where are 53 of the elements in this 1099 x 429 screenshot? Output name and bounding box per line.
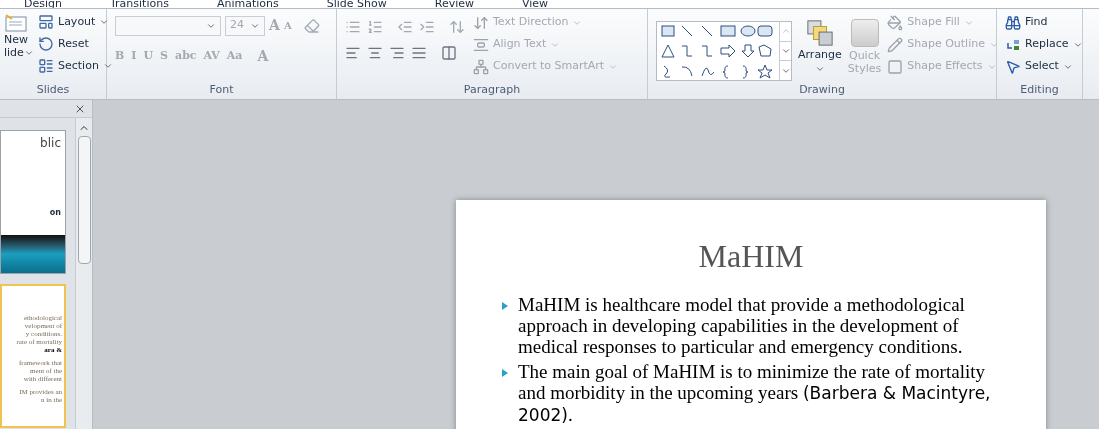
eraser-icon[interactable] <box>303 17 320 34</box>
align-right-icon[interactable] <box>389 45 405 61</box>
line-spacing-icon[interactable] <box>449 19 465 35</box>
justify-icon[interactable] <box>411 45 427 61</box>
group-label: Paragraph <box>462 83 522 97</box>
pencil-icon <box>887 36 904 53</box>
smartart-icon <box>473 58 489 75</box>
new-slide-button[interactable]: New lide <box>4 13 34 83</box>
editing-command[interactable]: Select <box>1005 57 1083 76</box>
binoculars-icon <box>1005 14 1021 31</box>
thumbnail-text: on <box>49 207 62 219</box>
align-text-icon <box>473 36 489 53</box>
pointer-icon <box>1005 58 1021 75</box>
thumbnail-text: blic <box>40 135 62 152</box>
decrease-indent-icon[interactable] <box>397 19 413 35</box>
slides-command[interactable]: Reset <box>38 35 113 53</box>
bullets-icon[interactable] <box>345 19 361 35</box>
increase-indent-icon[interactable] <box>419 19 435 35</box>
arrange-icon <box>805 19 834 47</box>
editing-command[interactable]: Replace <box>1005 35 1083 54</box>
slides-command[interactable]: Section <box>38 57 113 75</box>
caret-icon <box>99 17 110 27</box>
arrange-button[interactable]: Arrange <box>798 13 842 83</box>
columns-icon[interactable] <box>441 45 457 61</box>
slide-title: MaHIM <box>698 237 804 276</box>
bullet-icon <box>502 302 508 310</box>
numbering-icon[interactable] <box>367 19 383 35</box>
group-label: Font <box>208 83 235 97</box>
bullet-text: MaHIM is healthcare model that provide a methodological approach in developing capabilities in the development of medical responses to particular and emergency conditions. <box>518 294 966 357</box>
slides-command[interactable]: Layout <box>38 13 113 31</box>
text-direction-icon <box>473 14 489 31</box>
layout-icon <box>38 14 54 30</box>
quick-styles-icon <box>850 19 879 47</box>
down-icon <box>780 46 791 56</box>
paint-bucket-icon <box>887 14 904 31</box>
slide-thumbnail[interactable]: blic on <box>0 130 66 274</box>
thumbnail-picture <box>1 235 65 273</box>
section-icon <box>38 58 54 74</box>
bullet-icon <box>502 369 508 377</box>
align-center-icon[interactable] <box>367 45 383 61</box>
bullet-text: The main goal of MaHIM is to minimize the rate of mortality and morbidity in the upcoming years (Barbera & Macintyre, 2002). <box>518 361 992 426</box>
editing-command[interactable]: Find <box>1005 13 1083 32</box>
align-left-icon[interactable] <box>345 45 361 61</box>
caret-icon <box>102 61 113 71</box>
group-label: Editing <box>1019 83 1060 97</box>
group-label: Slides <box>35 83 71 97</box>
font-name-field[interactable] <box>115 15 221 36</box>
scroll-thumb[interactable] <box>77 136 91 264</box>
square-icon <box>887 58 904 75</box>
group-label: Drawing <box>798 83 846 97</box>
scrollbar[interactable] <box>75 118 92 429</box>
new-slide-icon <box>4 13 28 33</box>
reset-icon <box>38 36 54 52</box>
